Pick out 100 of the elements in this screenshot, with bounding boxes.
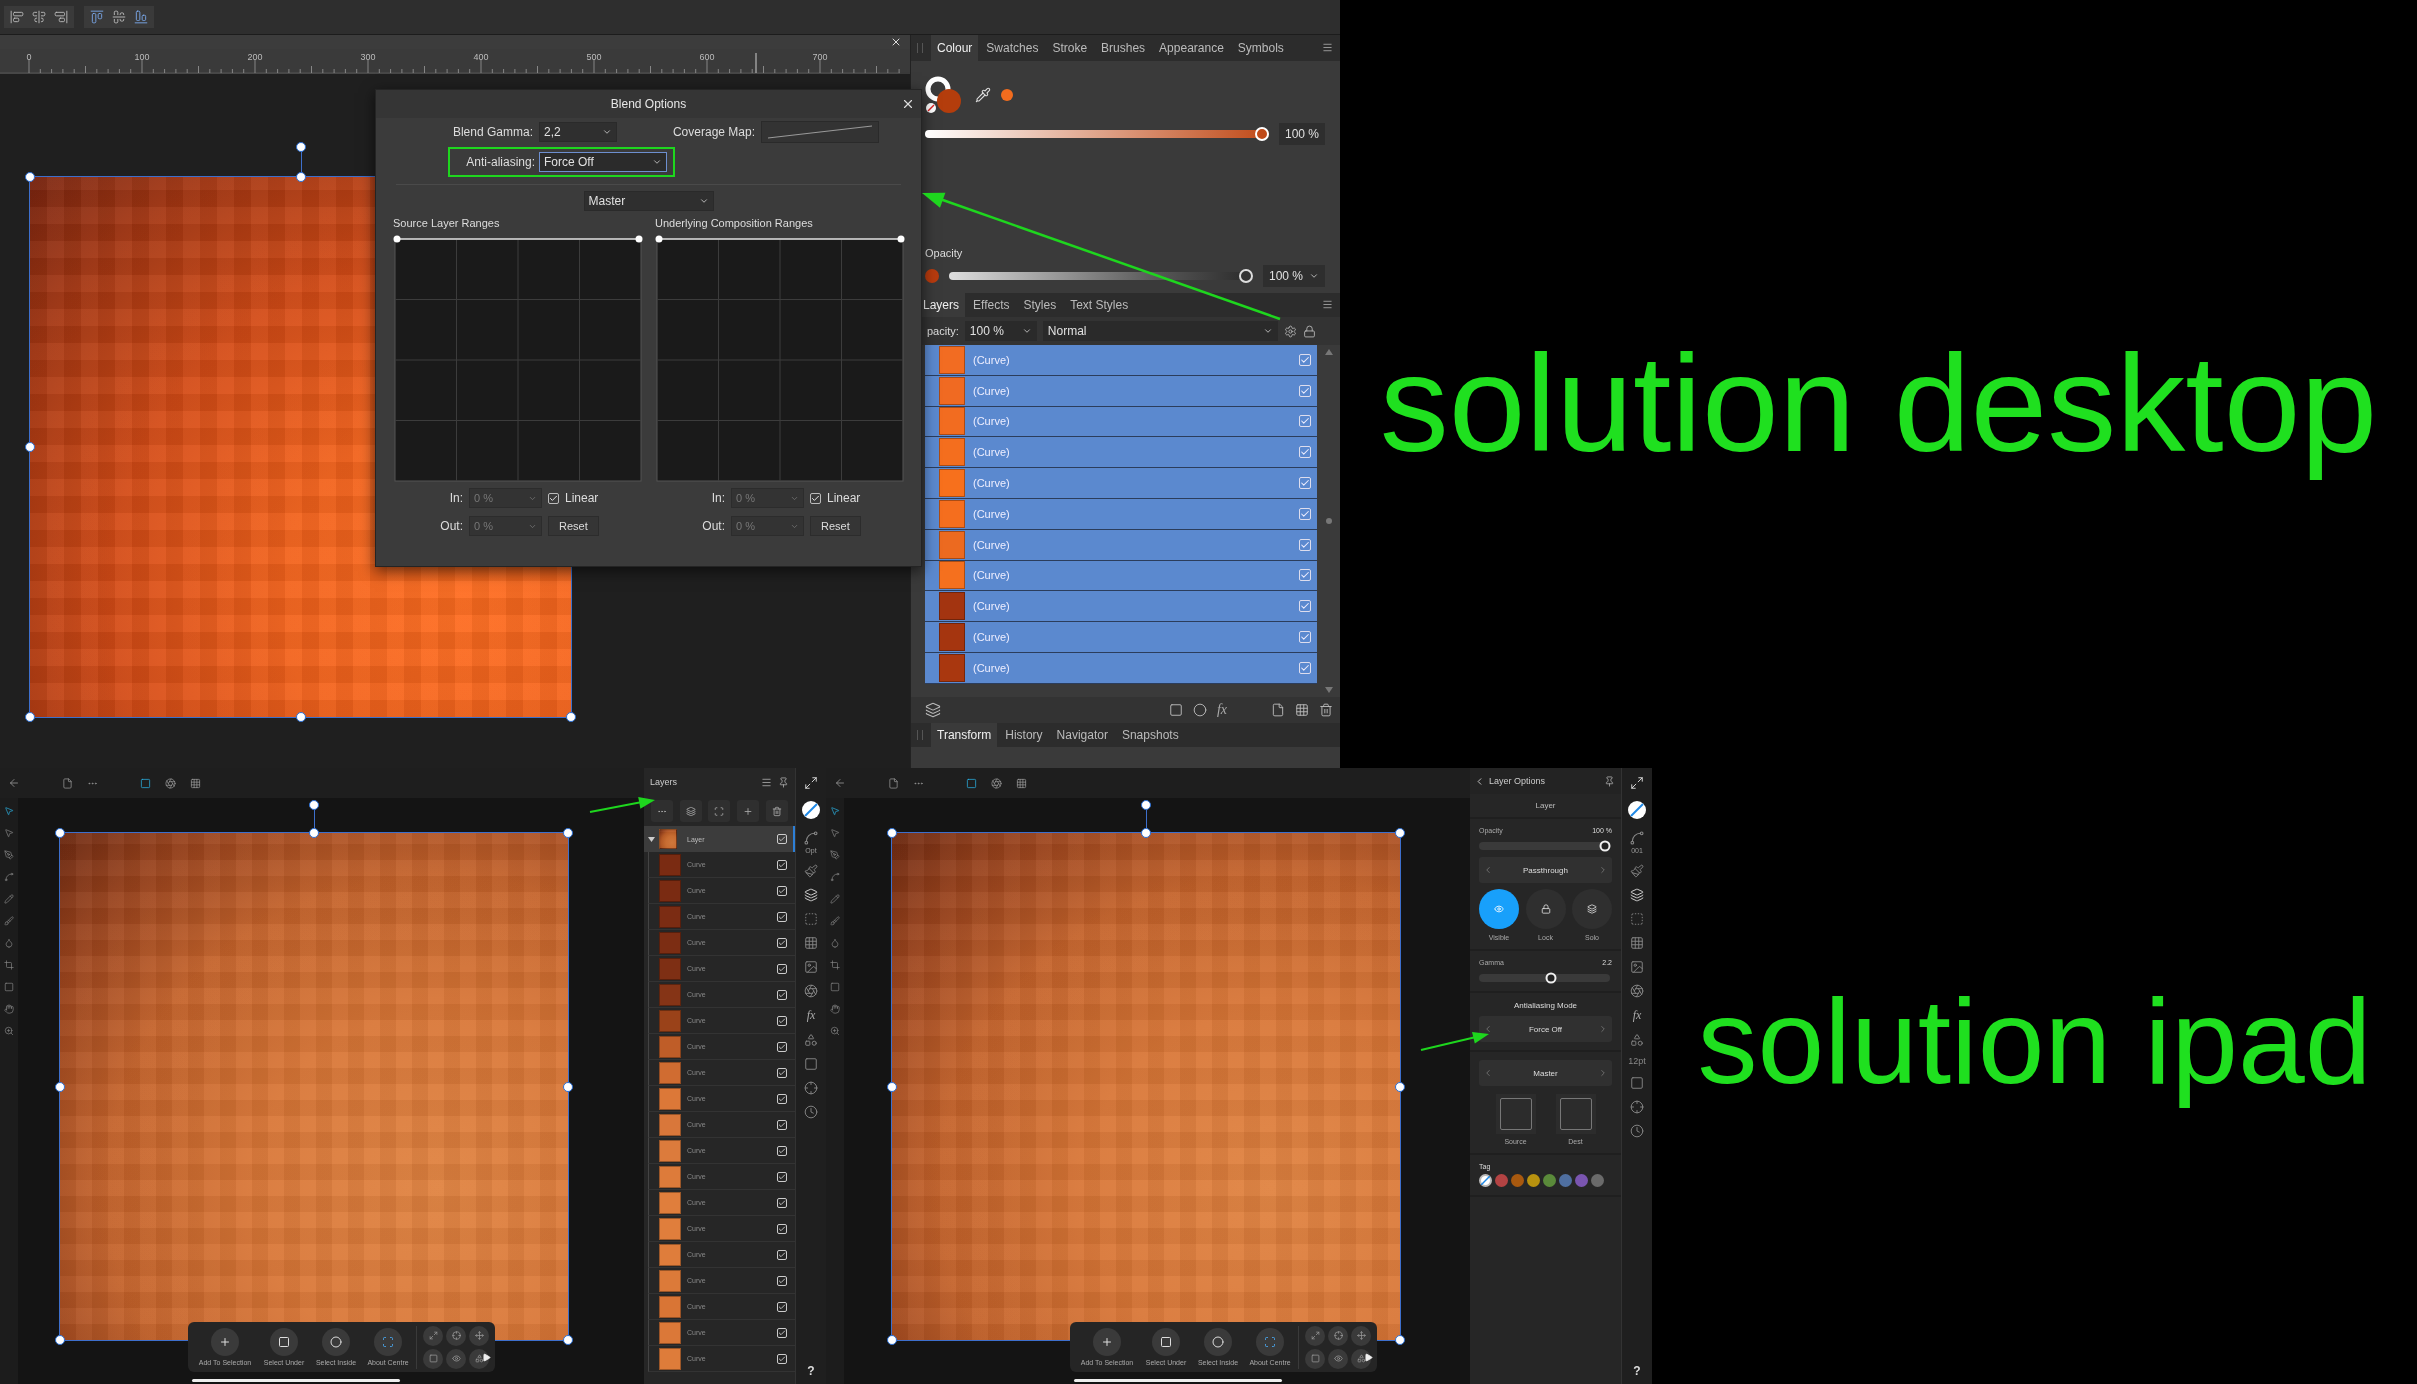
image-icon[interactable] (1630, 960, 1644, 974)
selection-handle[interactable] (1141, 828, 1151, 838)
checkbox[interactable] (777, 1223, 787, 1234)
node-pointer-icon[interactable] (4, 828, 14, 838)
persona-icon[interactable] (966, 777, 977, 789)
tint-slider[interactable] (925, 127, 1269, 141)
selection-handle[interactable] (1395, 1335, 1405, 1345)
checkbox[interactable] (1299, 353, 1311, 366)
antialiasing-stepper[interactable]: Force Off (1479, 1016, 1612, 1042)
disclosure-triangle-icon[interactable] (648, 835, 655, 843)
grid-icon[interactable] (1016, 777, 1027, 789)
anti-aliasing-select[interactable]: Force Off (539, 152, 667, 172)
checkbox[interactable] (777, 1197, 787, 1208)
align-right-icon[interactable] (54, 10, 68, 24)
history-icon[interactable] (804, 1105, 818, 1119)
reset-button[interactable]: Reset (810, 516, 861, 536)
slider-thumb[interactable] (1599, 840, 1610, 851)
reset-button[interactable]: Reset (548, 516, 599, 536)
selection-handle[interactable] (55, 1081, 65, 1092)
selection-handle[interactable] (887, 1335, 897, 1345)
hand-icon[interactable] (830, 1004, 840, 1014)
eyedropper-icon[interactable] (975, 87, 991, 103)
panel-grip[interactable] (917, 730, 923, 740)
selection-handle[interactable] (563, 1335, 573, 1345)
tag-swatch[interactable] (1543, 1174, 1556, 1187)
panel-tab[interactable]: Symbols (1231, 35, 1290, 61)
pen-icon[interactable] (830, 850, 840, 860)
align-centre-icon[interactable] (32, 10, 46, 24)
navigator-icon[interactable] (1630, 1100, 1644, 1114)
checkbox[interactable] (1299, 384, 1311, 397)
selection-icon[interactable] (1630, 912, 1644, 926)
navigator-icon[interactable] (804, 1081, 818, 1095)
selection-handle[interactable] (566, 712, 576, 722)
crop-icon[interactable] (830, 960, 840, 970)
selection-handle[interactable] (1395, 1081, 1405, 1092)
fullscreen-icon[interactable] (804, 776, 818, 790)
aperture-icon[interactable] (165, 777, 176, 789)
no-fill-swatch-icon[interactable] (1627, 800, 1647, 820)
selection-icon[interactable] (804, 912, 818, 926)
panel-menu-icon[interactable] (1322, 42, 1333, 53)
panel-tab[interactable]: Swatches (980, 35, 1045, 61)
fx-button[interactable]: fx (1216, 702, 1227, 718)
layers-button[interactable] (679, 800, 702, 822)
selection-handle[interactable] (563, 828, 573, 838)
checkbox[interactable] (777, 1119, 787, 1130)
panel-tab[interactable]: History (999, 723, 1049, 747)
rotation-handle[interactable] (309, 800, 319, 811)
trash-button[interactable] (765, 800, 788, 822)
panel-menu-icon[interactable] (1322, 299, 1333, 310)
selection-handle[interactable] (295, 712, 306, 722)
checkbox[interactable] (777, 1301, 787, 1312)
checkbox[interactable] (777, 1145, 787, 1156)
brush-icon[interactable] (804, 864, 818, 878)
pencil-icon[interactable] (4, 894, 14, 904)
add-button[interactable] (737, 800, 760, 822)
fill-icon[interactable] (830, 938, 840, 948)
selection-handle[interactable] (55, 828, 65, 838)
checkbox[interactable] (777, 1353, 787, 1364)
history-icon[interactable] (1630, 1124, 1644, 1138)
checkbox[interactable] (777, 1171, 787, 1182)
crop-icon[interactable] (4, 960, 14, 970)
hand-icon[interactable] (4, 1004, 14, 1014)
tint-reading[interactable]: 100 % (1279, 123, 1326, 145)
checkbox[interactable] (777, 1067, 787, 1078)
blend-mode-stepper[interactable]: Passthrough (1479, 857, 1612, 883)
stroke-icon[interactable] (1629, 830, 1645, 846)
transform-icon[interactable] (804, 1057, 818, 1071)
persona-icon[interactable] (140, 777, 151, 789)
range-button[interactable] (1495, 1094, 1536, 1134)
checkbox[interactable] (777, 1327, 787, 1338)
zoom-icon[interactable] (830, 1026, 840, 1036)
pointer-icon[interactable] (830, 806, 840, 816)
checkbox[interactable] (777, 911, 787, 922)
no-tag-swatch[interactable] (1479, 1174, 1492, 1187)
panel-tab[interactable]: Stroke (1046, 35, 1094, 61)
selection-handle[interactable] (25, 442, 35, 452)
checkbox[interactable] (1299, 415, 1311, 428)
shapes-icon[interactable] (1630, 1033, 1644, 1047)
close-button[interactable] (901, 97, 915, 111)
selection-handle[interactable] (55, 1335, 65, 1345)
rotation-handle[interactable] (1141, 800, 1151, 811)
brush-icon[interactable] (4, 916, 14, 926)
settings-icon[interactable] (1283, 324, 1297, 338)
document-icon[interactable] (62, 777, 73, 789)
checkbox[interactable] (1299, 600, 1311, 613)
new-layer-icon[interactable] (1271, 703, 1285, 717)
help-button[interactable]: ? (1633, 1364, 1641, 1378)
range-button[interactable] (1555, 1094, 1596, 1134)
tag-swatch[interactable] (1511, 1174, 1524, 1187)
transform-option-button[interactable] (469, 1348, 489, 1369)
selection-handle[interactable] (295, 172, 306, 182)
tag-swatch[interactable] (1591, 1174, 1604, 1187)
mask-icon[interactable] (1168, 703, 1183, 717)
checkbox[interactable] (777, 1041, 787, 1052)
checkbox[interactable] (777, 1249, 787, 1260)
checkbox[interactable] (777, 834, 787, 844)
blend-gamma-select[interactable]: 2,2 (539, 122, 617, 142)
curve-icon[interactable] (830, 872, 840, 882)
opacity-slider[interactable] (1479, 840, 1610, 851)
panel-tab[interactable]: Colour (931, 35, 979, 61)
